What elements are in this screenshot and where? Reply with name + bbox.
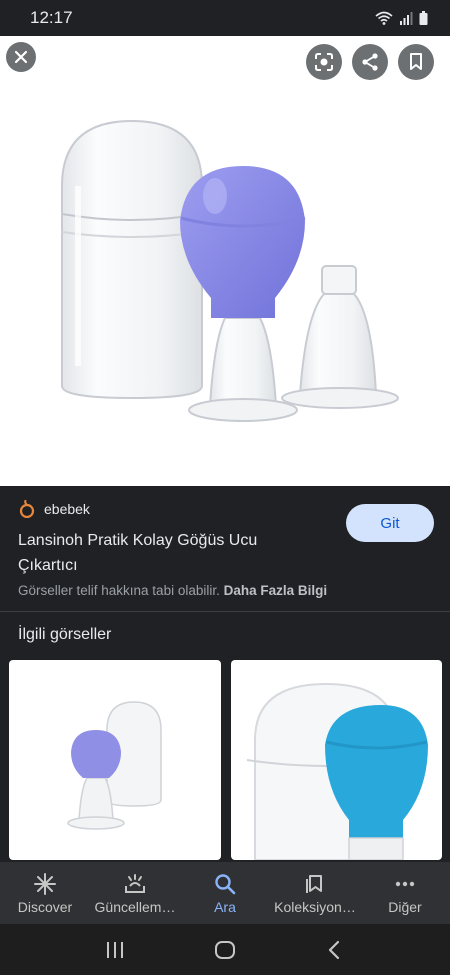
nav-label: Ara	[214, 898, 236, 915]
divider	[0, 611, 450, 612]
nav-label: Discover	[17, 898, 73, 915]
product-illustration	[61, 119, 399, 422]
nav-more[interactable]: Diğer	[360, 872, 450, 915]
close-button[interactable]	[6, 42, 36, 72]
result-info: ebebek Lansinoh Pratik Kolay Göğüs Ucu Ç…	[0, 486, 450, 611]
status-time: 12:17	[30, 8, 73, 27]
more-icon	[395, 881, 415, 886]
nav-discover[interactable]: Discover	[0, 872, 90, 915]
nav-search[interactable]: Ara	[180, 872, 270, 915]
nav-label: Diğer	[388, 898, 422, 915]
system-navigation-bar	[0, 924, 450, 975]
asterisk-icon	[34, 872, 56, 895]
bottom-navigation: Discover Güncellem… Ara Koleksiyon… Diğe…	[0, 862, 450, 924]
lens-button[interactable]	[306, 44, 342, 80]
related-image-card[interactable]	[9, 660, 221, 860]
related-heading: İlgili görseller	[18, 626, 112, 643]
ebebek-logo-icon	[19, 500, 35, 518]
related-image	[67, 701, 162, 830]
status-icons	[375, 11, 428, 25]
share-button[interactable]	[352, 44, 388, 80]
battery-icon	[419, 11, 428, 25]
copyright-text: Görseller telif hakkına tabi olabilir.	[18, 583, 220, 598]
close-icon	[14, 50, 28, 64]
lens-icon	[315, 53, 333, 71]
back-icon[interactable]	[324, 940, 346, 960]
related-image-card[interactable]	[231, 660, 442, 860]
related-image	[246, 682, 428, 860]
share-icon	[362, 53, 378, 71]
nav-collections[interactable]: Koleksiyon…	[270, 872, 360, 915]
recent-apps-icon[interactable]	[104, 940, 126, 960]
collections-icon	[306, 874, 322, 893]
result-title[interactable]: Lansinoh Pratik Kolay Göğüs Ucu Çıkartıc…	[18, 528, 318, 578]
save-button[interactable]	[398, 44, 434, 80]
updates-icon	[125, 873, 145, 893]
home-icon[interactable]	[214, 939, 236, 961]
learn-more-link[interactable]: Daha Fazla Bilgi	[224, 583, 328, 598]
nav-label: Koleksiyon…	[274, 898, 356, 915]
status-bar: 12:17	[0, 0, 450, 36]
signal-icon	[400, 11, 413, 25]
main-image[interactable]	[0, 36, 450, 486]
nav-label: Güncellem…	[94, 898, 176, 915]
nav-updates[interactable]: Güncellem…	[90, 872, 180, 915]
visit-button[interactable]: Git	[346, 504, 434, 542]
bookmark-icon	[410, 53, 422, 70]
wifi-icon	[375, 11, 393, 25]
copyright-notice: Görseller telif hakkına tabi olabilir. D…	[18, 583, 327, 598]
search-icon	[215, 873, 236, 894]
source-row[interactable]: ebebek	[18, 500, 90, 518]
source-name: ebebek	[44, 501, 90, 517]
